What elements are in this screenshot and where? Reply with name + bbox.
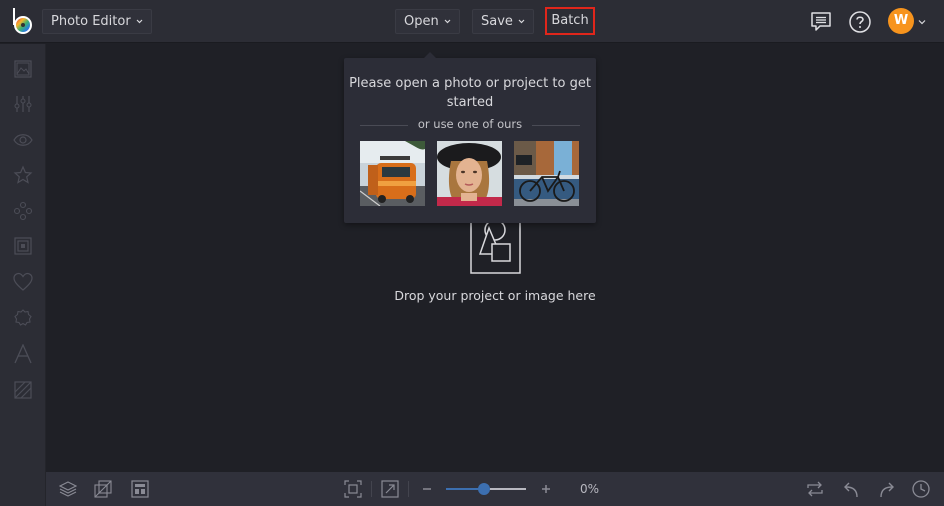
chevron-down-icon — [444, 18, 451, 25]
top-bar: Photo Editor Open Save Batch W — [0, 0, 944, 43]
sliders-icon[interactable] — [13, 94, 33, 114]
help-icon[interactable] — [848, 10, 872, 34]
zoom-slider-thumb[interactable] — [478, 483, 490, 495]
dropzone-text: Drop your project or image here — [394, 288, 596, 303]
feedback-icon[interactable] — [809, 10, 833, 34]
popover-arrow — [424, 52, 436, 58]
zoom-in-icon[interactable] — [537, 480, 555, 498]
redo-icon[interactable] — [878, 480, 896, 498]
sample-image-orange-van[interactable] — [360, 141, 425, 206]
zoom-slider[interactable] — [446, 483, 526, 495]
zoom-percent: 0% — [580, 482, 600, 496]
photo-editor-app: Photo Editor Open Save Batch W Drop your… — [0, 0, 944, 506]
template-icon[interactable] — [131, 480, 149, 498]
save-label: Save — [481, 14, 513, 29]
toolbar-separator — [371, 481, 372, 497]
open-label: Open — [404, 14, 439, 29]
undo-icon[interactable] — [842, 480, 860, 498]
actual-size-icon[interactable] — [381, 480, 399, 498]
compare-icon[interactable] — [94, 480, 112, 498]
get-started-popover: Please open a photo or project to get st… — [344, 52, 596, 223]
befunky-logo-icon[interactable] — [11, 6, 35, 36]
app-switcher-dropdown[interactable]: Photo Editor — [42, 9, 152, 34]
user-avatar[interactable]: W — [888, 8, 914, 34]
chevron-down-icon[interactable] — [918, 18, 926, 26]
tool-sidebar — [0, 44, 46, 506]
zoom-out-icon[interactable] — [418, 480, 436, 498]
toolbar-separator — [408, 481, 409, 497]
drop-shapes-icon — [470, 216, 521, 274]
circles-icon[interactable] — [13, 201, 33, 221]
chevron-down-icon — [136, 18, 143, 25]
history-icon[interactable] — [912, 480, 930, 498]
bottom-toolbar: 0% — [46, 472, 944, 506]
save-button[interactable]: Save — [472, 9, 534, 34]
batch-button[interactable]: Batch — [545, 7, 595, 35]
chevron-down-icon — [518, 18, 525, 25]
popover-subtitle: or use one of ours — [417, 117, 523, 131]
texture-icon[interactable] — [13, 380, 33, 400]
popover-title: Please open a photo or project to get st… — [349, 76, 591, 110]
text-icon[interactable] — [13, 344, 33, 364]
layers-icon[interactable] — [59, 480, 77, 498]
divider-right — [532, 125, 580, 126]
swap-icon[interactable] — [806, 480, 824, 498]
fit-to-screen-icon[interactable] — [344, 480, 362, 498]
badge-icon[interactable] — [13, 308, 33, 328]
app-switcher-label: Photo Editor — [51, 14, 131, 29]
sample-image-woman-in-hat[interactable] — [437, 141, 502, 206]
heart-icon[interactable] — [13, 272, 33, 292]
sample-image-bicycle[interactable] — [514, 141, 579, 206]
eye-icon[interactable] — [13, 130, 33, 150]
image-icon[interactable] — [13, 59, 33, 79]
open-button[interactable]: Open — [395, 9, 460, 34]
star-icon[interactable] — [13, 165, 33, 185]
frame-icon[interactable] — [13, 236, 33, 256]
